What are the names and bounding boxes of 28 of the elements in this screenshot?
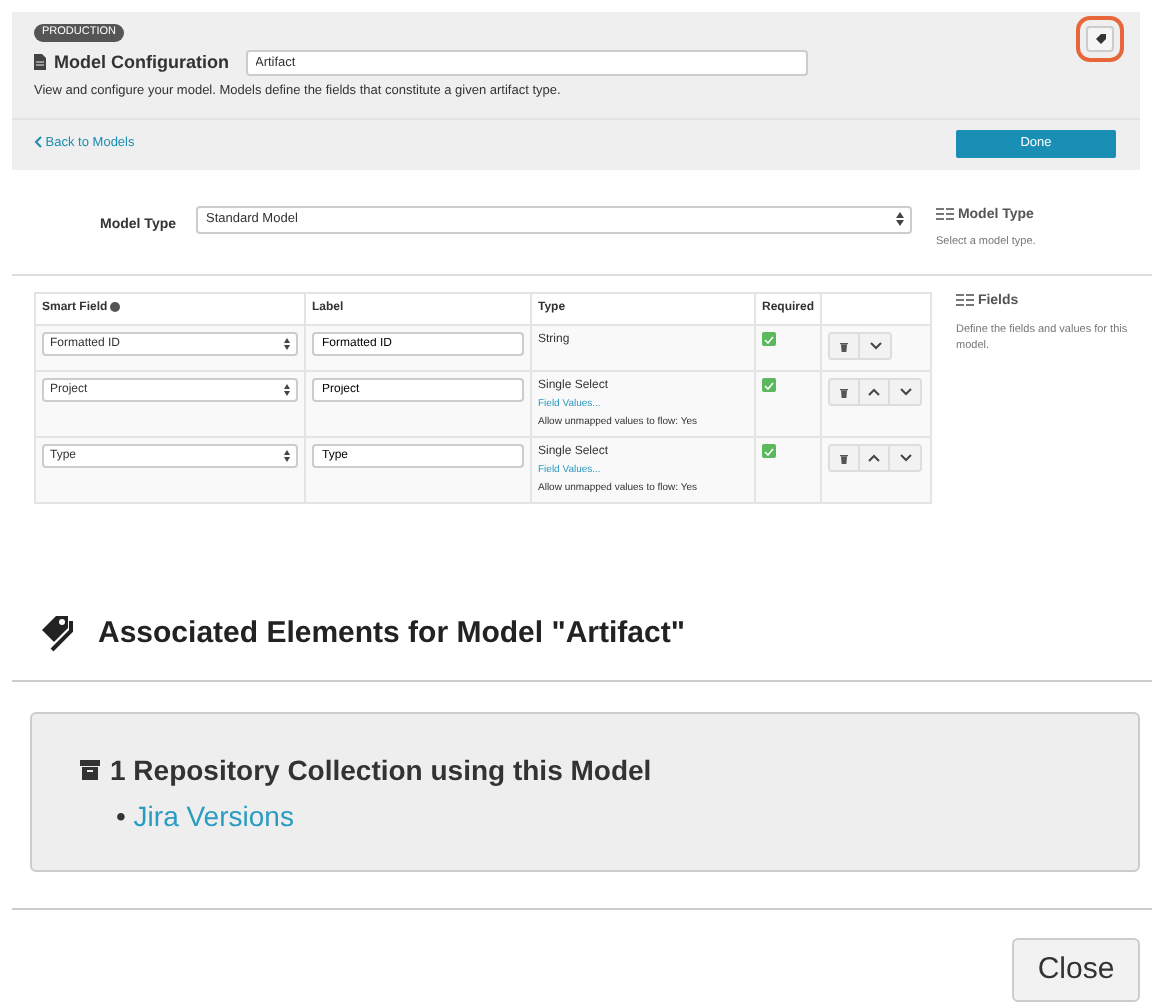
help-icon xyxy=(110,302,121,313)
archive-icon xyxy=(80,760,100,781)
required-checkbox[interactable] xyxy=(762,378,777,393)
select-arrows-icon xyxy=(896,212,904,227)
bullet: • xyxy=(116,799,126,832)
tag-button[interactable] xyxy=(1086,26,1114,52)
trash-icon xyxy=(840,341,849,352)
list-icon xyxy=(936,207,954,220)
document-icon xyxy=(34,54,46,71)
list-icon xyxy=(956,294,974,307)
chevron-up-icon xyxy=(868,454,881,463)
page-title: Model Configuration xyxy=(54,49,229,76)
select-arrows-icon xyxy=(284,384,290,397)
trash-icon xyxy=(840,387,849,398)
select-arrows-icon xyxy=(284,338,290,351)
tag-icon xyxy=(1095,34,1105,44)
required-checkbox[interactable] xyxy=(762,444,777,459)
section-heading: Associated Elements for Model "Artifact" xyxy=(98,614,685,655)
chevron-left-icon xyxy=(34,136,42,149)
chevron-down-icon xyxy=(899,388,912,397)
required-checkbox[interactable] xyxy=(762,332,777,347)
collection-title: 1 Repository Collection using this Model xyxy=(80,749,1090,792)
chevron-down-icon xyxy=(899,454,912,463)
chevron-up-icon xyxy=(868,388,881,397)
select-arrows-icon xyxy=(284,450,290,463)
trash-icon xyxy=(840,453,849,464)
chevron-down-icon xyxy=(869,342,882,351)
close-button[interactable]: Close xyxy=(1012,937,1140,1002)
